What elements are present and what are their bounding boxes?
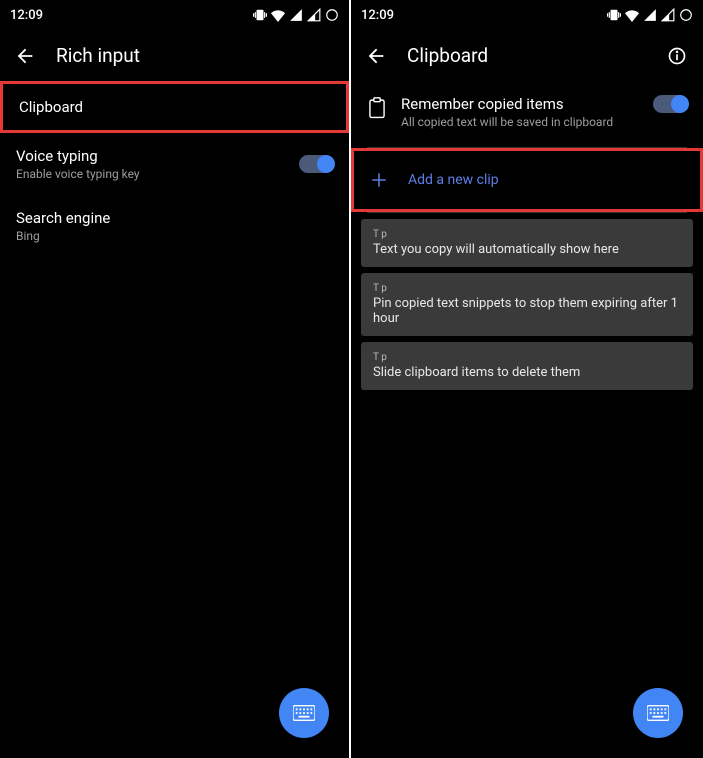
vibrate-icon: [607, 8, 621, 22]
rich-input-screen: 12:09 Rich input Clipboard Voice typing …: [0, 0, 351, 758]
tip-card[interactable]: T p Pin copied text snippets to stop the…: [361, 273, 693, 336]
back-icon[interactable]: [14, 45, 36, 67]
plus-icon: [370, 171, 388, 189]
keyboard-icon: [647, 705, 669, 721]
tip-text: Text you copy will automatically show he…: [373, 242, 681, 257]
vibrate-icon: [253, 8, 267, 22]
info-icon[interactable]: [667, 46, 687, 66]
wifi-icon: [271, 8, 285, 22]
circle-icon: [325, 8, 339, 22]
tip-label: T p: [373, 229, 681, 240]
status-bar: 12:09: [0, 0, 349, 30]
search-engine-title: Search engine: [16, 209, 333, 227]
page-title: Rich input: [56, 44, 333, 67]
tip-text: Pin copied text snippets to stop them ex…: [373, 296, 681, 326]
tip-card[interactable]: T p Text you copy will automatically sho…: [361, 219, 693, 267]
tip-card[interactable]: T p Slide clipboard items to delete them: [361, 342, 693, 390]
clipboard-row[interactable]: Clipboard: [0, 81, 349, 133]
status-icons: [253, 8, 339, 22]
signal-icon: [643, 8, 657, 22]
voice-typing-toggle[interactable]: [299, 155, 333, 173]
voice-typing-title: Voice typing: [16, 147, 299, 165]
voice-typing-row[interactable]: Voice typing Enable voice typing key: [0, 133, 349, 195]
back-icon[interactable]: [365, 45, 387, 67]
remember-sub: All copied text will be saved in clipboa…: [401, 115, 639, 129]
wifi-icon: [625, 8, 639, 22]
clipboard-screen: 12:09 Clipboard Remember copied items Al…: [351, 0, 703, 758]
keyboard-fab[interactable]: [633, 688, 683, 738]
tip-text: Slide clipboard items to delete them: [373, 365, 681, 380]
clock: 12:09: [361, 8, 394, 23]
search-engine-row[interactable]: Search engine Bing: [0, 195, 349, 257]
header: Rich input: [0, 30, 349, 81]
keyboard-fab[interactable]: [279, 688, 329, 738]
header: Clipboard: [351, 30, 703, 81]
circle-icon: [679, 8, 693, 22]
search-engine-sub: Bing: [16, 229, 333, 243]
clipboard-icon: [367, 97, 387, 119]
tip-label: T p: [373, 283, 681, 294]
remember-title: Remember copied items: [401, 95, 639, 113]
clock: 12:09: [10, 8, 43, 23]
remember-items-row[interactable]: Remember copied items All copied text wi…: [351, 81, 703, 147]
tip-label: T p: [373, 352, 681, 363]
signal2-icon: [661, 8, 675, 22]
keyboard-icon: [293, 705, 315, 721]
clipboard-label: Clipboard: [19, 98, 330, 116]
signal-icon: [289, 8, 303, 22]
status-bar: 12:09: [351, 0, 703, 30]
divider: [367, 212, 687, 213]
add-clip-row[interactable]: Add a new clip: [351, 148, 703, 212]
page-title: Clipboard: [407, 44, 667, 67]
add-clip-label: Add a new clip: [408, 172, 499, 188]
remember-toggle[interactable]: [653, 95, 687, 113]
status-icons: [607, 8, 693, 22]
signal2-icon: [307, 8, 321, 22]
voice-typing-sub: Enable voice typing key: [16, 167, 299, 181]
